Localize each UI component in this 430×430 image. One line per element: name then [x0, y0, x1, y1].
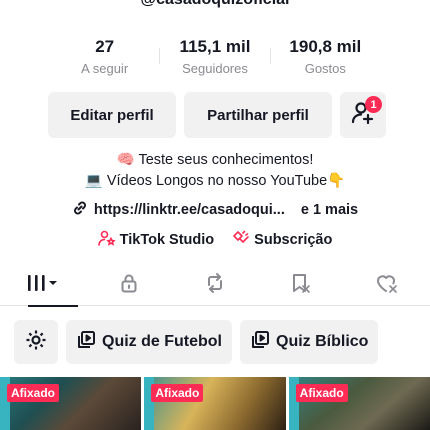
- playlist-label: Quiz de Futebol: [102, 333, 222, 350]
- gear-icon: [24, 328, 48, 357]
- profile-handle: @casadoquizoficial: [0, 0, 430, 9]
- stat-following[interactable]: 27 A seguir: [50, 36, 159, 76]
- bio-line-1: 🧠 Teste seus conhecimentos!: [116, 152, 314, 168]
- playlist-icon: [250, 330, 270, 355]
- tab-reposts[interactable]: [172, 266, 258, 306]
- pinned-badge: Afixado: [7, 384, 60, 402]
- repost-icon: [203, 272, 227, 299]
- heart-icon: [375, 272, 399, 299]
- pinned-badge: Afixado: [295, 384, 348, 402]
- tiktok-studio-label: TikTok Studio: [119, 232, 215, 248]
- video-thumbnail[interactable]: Afixado: [0, 377, 142, 430]
- subscription-icon: [232, 230, 250, 250]
- profile-content-tabs: [0, 266, 430, 307]
- stat-followers-value: 115,1 mil: [179, 37, 251, 56]
- link-icon: [72, 200, 88, 220]
- edit-profile-button[interactable]: Editar perfil: [48, 92, 176, 138]
- stat-followers[interactable]: 115,1 mil Seguidores: [160, 36, 269, 76]
- video-grid: Afixado Afixado Afixado: [0, 377, 430, 430]
- playlist-quiz-futebol[interactable]: Quiz de Futebol: [66, 320, 232, 364]
- manage-playlists-button[interactable]: [14, 320, 58, 364]
- bookmark-icon: [289, 272, 313, 299]
- stat-following-label: A seguir: [81, 61, 129, 76]
- profile-link-url[interactable]: https://linktr.ee/casadoqui...: [94, 202, 285, 218]
- playlist-quiz-biblico[interactable]: Quiz Bíblico: [240, 320, 379, 364]
- subscription-label: Subscrição: [254, 232, 333, 248]
- profile-actions: Editar perfil Partilhar perfil 1: [48, 92, 386, 138]
- add-friends-button[interactable]: 1: [340, 92, 386, 138]
- tab-videos[interactable]: [0, 266, 86, 307]
- pinned-badge: Afixado: [151, 384, 204, 402]
- stat-followers-label: Seguidores: [182, 61, 248, 76]
- video-thumbnail[interactable]: Afixado: [144, 377, 286, 430]
- grid-view-icon: [25, 272, 61, 299]
- profile-stats: 27 A seguir 115,1 mil Seguidores 190,8 m…: [50, 33, 380, 79]
- playlist-row: Quiz de Futebol Quiz Bíblico: [14, 320, 379, 364]
- bio-line-2: 💻 Vídeos Longos no nosso YouTube👇: [84, 173, 346, 189]
- profile-link-row[interactable]: https://linktr.ee/casadoqui... e 1 mais: [0, 200, 430, 220]
- creator-tools-row: TikTok Studio Subscrição: [0, 230, 430, 250]
- tiktok-studio-link[interactable]: TikTok Studio: [97, 230, 215, 250]
- lock-icon: [118, 272, 140, 299]
- video-thumbnail[interactable]: Afixado: [288, 377, 430, 430]
- tab-private[interactable]: [86, 266, 172, 306]
- stat-likes-value: 190,8 mil: [289, 37, 362, 56]
- tab-liked[interactable]: [344, 266, 430, 306]
- notification-badge: 1: [365, 96, 382, 113]
- profile-bio: 🧠 Teste seus conhecimentos! 💻 Vídeos Lon…: [0, 150, 430, 192]
- subscription-link[interactable]: Subscrição: [232, 230, 332, 250]
- stat-following-value: 27: [95, 37, 115, 56]
- tab-favorites[interactable]: [258, 266, 344, 306]
- stat-likes-label: Gostos: [304, 61, 346, 76]
- studio-person-icon: [97, 230, 116, 250]
- stat-likes[interactable]: 190,8 mil Gostos: [271, 36, 380, 76]
- playlist-label: Quiz Bíblico: [276, 333, 369, 350]
- playlist-icon: [76, 330, 96, 355]
- profile-link-more[interactable]: e 1 mais: [301, 202, 358, 218]
- share-profile-button[interactable]: Partilhar perfil: [184, 92, 332, 138]
